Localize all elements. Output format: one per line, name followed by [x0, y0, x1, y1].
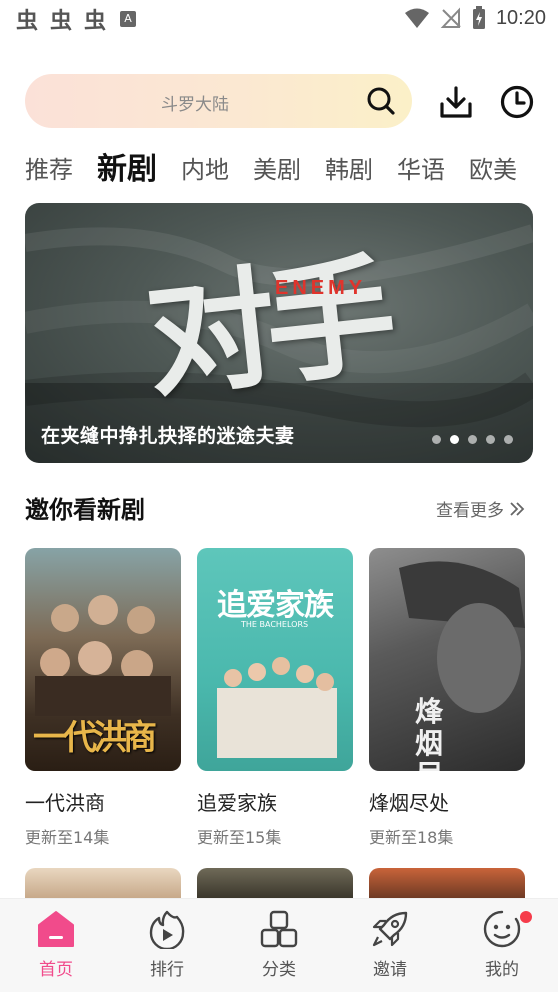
status-bar: 虫 虫 虫 A 10:20 [0, 0, 558, 40]
no-signal-icon [440, 7, 461, 28]
nav-ranking[interactable]: 排行 [117, 909, 217, 980]
category-tabs: 推荐 新剧 内地 美剧 韩剧 华语 欧美 [25, 144, 541, 190]
poster-title-art: 一代洪商 [33, 718, 157, 758]
notification-badge [520, 911, 532, 923]
drama-card[interactable]: 一代洪商 一代洪商 更新至14集 [25, 548, 181, 848]
search-placeholder: 斗罗大陆 [161, 95, 229, 115]
status-system: 10:20 [404, 6, 546, 30]
drama-title: 烽烟尽处 [369, 791, 449, 815]
search-icon[interactable] [366, 86, 396, 116]
banner-poster-word: 对手 [138, 238, 394, 417]
tab-mainland[interactable]: 内地 [181, 150, 229, 190]
nav-label: 分类 [262, 960, 296, 980]
wifi-icon [404, 8, 429, 28]
tab-chinese[interactable]: 华语 [397, 150, 445, 190]
nav-label: 我的 [485, 960, 519, 980]
a-app-icon: A [120, 11, 136, 27]
drama-episode-status: 更新至15集 [197, 828, 282, 847]
banner-pagination [432, 435, 513, 444]
double-chevron-right-icon [510, 501, 525, 516]
nav-home[interactable]: 首页 [6, 909, 106, 980]
nav-invite[interactable]: 邀请 [340, 909, 440, 980]
drama-episode-status: 更新至14集 [25, 828, 110, 847]
nav-profile[interactable]: 我的 [452, 909, 552, 980]
pagination-dot[interactable] [486, 435, 495, 444]
tab-western[interactable]: 欧美 [469, 150, 517, 190]
tab-korean-drama[interactable]: 韩剧 [325, 150, 373, 190]
pagination-dot-active[interactable] [450, 435, 459, 444]
drama-poster[interactable]: 烽烟尽处 [369, 548, 525, 771]
poster-title-art: 烽烟尽处 [415, 695, 444, 772]
history-clock-icon[interactable] [499, 84, 535, 120]
see-more-link[interactable]: 查看更多 [436, 496, 526, 521]
section-title: 邀你看新剧 [25, 496, 145, 524]
drama-title: 追爱家族 [197, 791, 277, 815]
see-more-label: 查看更多 [436, 501, 504, 521]
notification-icon: 虫 [49, 9, 72, 34]
bottom-navigation: 首页 排行 分类 邀请 我的 [0, 898, 558, 992]
featured-banner[interactable]: 对手 ENEMY 在夹缝中挣扎抉择的迷途夫妻 [25, 203, 533, 463]
drama-poster[interactable]: 追爱家族 THE BACHELORS [197, 548, 353, 771]
status-time: 10:20 [495, 6, 546, 29]
new-drama-list: 一代洪商 一代洪商 更新至14集 追爱家族 THE BACHELORS 追爱家族… [25, 548, 545, 848]
download-icon[interactable] [438, 84, 474, 120]
notification-icon: 虫 [83, 9, 106, 34]
pagination-dot[interactable] [504, 435, 513, 444]
drama-card[interactable]: 追爱家族 THE BACHELORS 追爱家族 更新至15集 [197, 548, 353, 848]
ranking-flame-play-icon [149, 910, 185, 949]
drama-poster-peek[interactable] [369, 868, 525, 898]
battery-charging-icon [472, 6, 485, 29]
drama-episode-status: 更新至18集 [369, 828, 454, 847]
nav-label: 排行 [150, 960, 184, 980]
drama-poster-peek[interactable] [25, 868, 181, 898]
status-notifications: 虫 虫 虫 A [14, 6, 136, 34]
home-icon [38, 911, 74, 947]
nav-label: 首页 [39, 960, 73, 980]
drama-poster[interactable]: 一代洪商 [25, 548, 181, 771]
search-bar[interactable]: 斗罗大陆 [25, 74, 412, 128]
drama-card[interactable]: 烽烟尽处 烽烟尽处 更新至18集 [369, 548, 525, 848]
tab-us-drama[interactable]: 美剧 [253, 150, 301, 190]
nav-label: 邀请 [373, 960, 407, 980]
banner-poster-en: ENEMY [275, 277, 367, 299]
nav-category[interactable]: 分类 [229, 909, 329, 980]
pagination-dot[interactable] [468, 435, 477, 444]
profile-face-icon [483, 910, 521, 948]
notification-icon: 虫 [15, 9, 38, 34]
pagination-dot[interactable] [432, 435, 441, 444]
tab-recommend[interactable]: 推荐 [25, 150, 73, 190]
category-icon [260, 910, 298, 948]
drama-poster-peek[interactable] [197, 868, 353, 898]
tab-new-drama[interactable]: 新剧 [97, 150, 157, 190]
invite-rocket-icon [372, 911, 408, 947]
drama-title: 一代洪商 [25, 791, 105, 815]
poster-art [217, 657, 337, 758]
banner-title: 在夹缝中挣扎抉择的迷途夫妻 [41, 425, 295, 447]
